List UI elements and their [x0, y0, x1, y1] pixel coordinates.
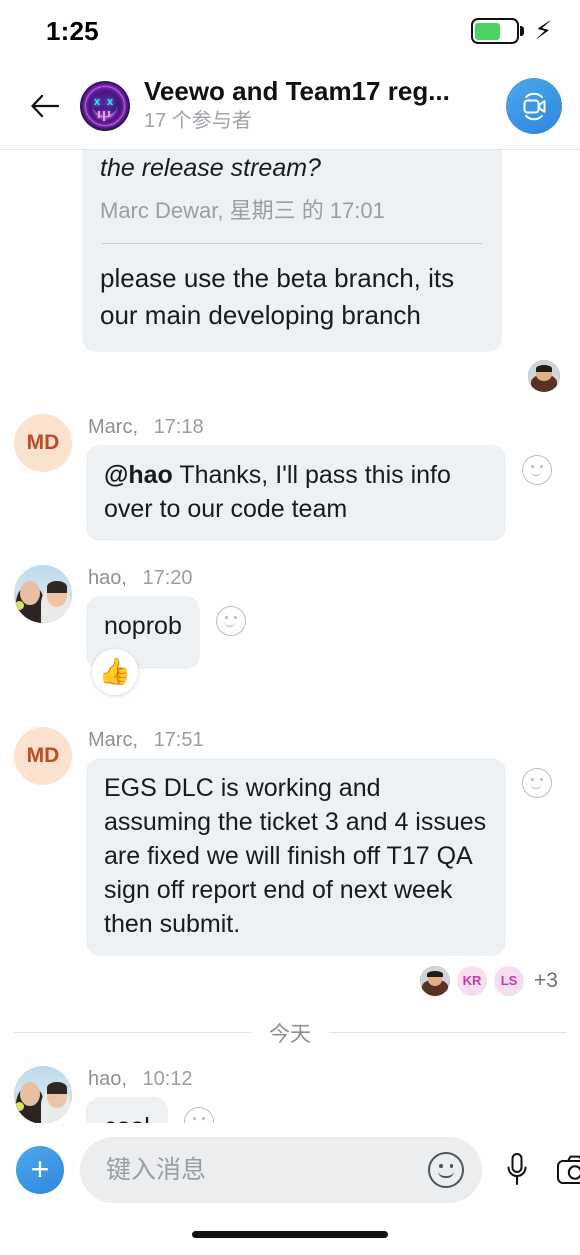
lightning-bolt-icon: ⚡: [534, 16, 552, 45]
divider-line-right: [329, 1032, 566, 1034]
message-input[interactable]: [106, 1155, 428, 1185]
date-divider: 今天: [0, 996, 580, 1062]
header-text[interactable]: Veewo and Team17 reg... 17 个参与者: [144, 77, 496, 135]
timestamp: 10:12: [142, 1067, 193, 1090]
timestamp: 17:20: [142, 566, 193, 589]
message-composer: +: [0, 1123, 580, 1213]
participant-count: 17 个参与者: [144, 110, 252, 133]
message-meta: Marc, 17:18: [86, 414, 564, 445]
avatar[interactable]: [14, 1065, 72, 1123]
message-meta: Marc, 17:51: [86, 727, 564, 758]
avatar[interactable]: MD: [14, 413, 72, 472]
message-text: EGS DLC is working and assuming the tick…: [104, 773, 487, 938]
add-reaction-smiley-icon[interactable]: [522, 454, 552, 485]
avatar-initials: MD: [26, 430, 60, 454]
message-meta: hao, 10:12: [86, 1066, 564, 1097]
add-reaction-smiley-icon[interactable]: [215, 605, 246, 636]
message-thread[interactable]: the release stream? Marc Dewar, 星期三 的 17…: [0, 150, 580, 1123]
message-item[interactable]: hao, 17:20 noprob 👍: [0, 564, 580, 695]
plus-icon: +: [30, 1150, 50, 1187]
add-reaction-smiley-icon[interactable]: [183, 1106, 214, 1123]
sender-name: Marc,: [88, 415, 138, 438]
quote-divider: [102, 243, 482, 244]
message-item[interactable]: MD Marc, 17:51 EGS DLC is working and as…: [0, 726, 580, 956]
chat-header: x x Veewo and Team17 reg... 17 个参与者: [0, 62, 580, 150]
avatar: [420, 965, 451, 996]
message-item[interactable]: MD Marc, 17:18 @hao Thanks, I'll pass th…: [0, 413, 580, 541]
status-indicators: ⚡: [470, 16, 552, 45]
message-text: noprob: [104, 611, 182, 640]
message-text: cool: [104, 1113, 150, 1123]
voice-record-button[interactable]: [494, 1147, 540, 1193]
avatar[interactable]: MD: [14, 726, 72, 785]
microphone-icon: [507, 1153, 527, 1185]
message-input-container[interactable]: [80, 1137, 482, 1203]
date-divider-label: 今天: [269, 1022, 311, 1046]
avatar: LS: [494, 965, 525, 996]
add-reaction-smiley-icon[interactable]: [522, 767, 552, 798]
quoted-text: the release stream?: [100, 154, 321, 182]
reaction-thumbs-up-icon[interactable]: 👍: [92, 648, 138, 695]
home-indicator-area: [0, 1213, 580, 1255]
video-call-button[interactable]: [506, 77, 562, 134]
avatar[interactable]: [14, 564, 72, 623]
message-bubble[interactable]: @hao Thanks, I'll pass this info over to…: [86, 444, 506, 541]
message-meta: hao, 17:20: [86, 565, 564, 596]
timestamp: 17:18: [153, 415, 204, 438]
status-time: 1:25: [46, 15, 99, 46]
chat-screen: 1:25 ⚡ x x Veewo and Team17 reg... 17 个参…: [0, 0, 580, 1255]
battery-icon: [470, 18, 525, 44]
camera-button[interactable]: [552, 1147, 580, 1193]
message-item[interactable]: hao, 10:12 cool: [0, 1065, 580, 1123]
read-receipt-more-count[interactable]: +3: [534, 969, 558, 993]
sender-name: hao,: [88, 1067, 127, 1090]
avatar-initials: MD: [26, 743, 60, 767]
back-button[interactable]: [22, 83, 68, 129]
message-bubble[interactable]: EGS DLC is working and assuming the tick…: [86, 757, 506, 956]
group-avatar[interactable]: x x: [80, 80, 130, 131]
avatar: KR: [457, 965, 488, 996]
quoted-reply-body: please use the beta branch, its our main…: [100, 263, 455, 330]
sender-name: Marc,: [88, 728, 138, 751]
arrow-left-icon: [31, 94, 60, 117]
message-bubble[interactable]: cool: [86, 1096, 168, 1123]
camera-icon: [557, 1155, 580, 1184]
add-attachment-button[interactable]: +: [16, 1146, 64, 1194]
read-receipt-row: [0, 352, 580, 392]
quoted-message-bubble[interactable]: the release stream? Marc Dewar, 星期三 的 17…: [82, 150, 502, 352]
timestamp: 17:51: [153, 728, 204, 751]
home-indicator: [192, 1230, 388, 1238]
mention-tag[interactable]: @hao: [104, 461, 173, 489]
quoted-attribution: Marc Dewar, 星期三 的 17:01: [100, 198, 385, 223]
video-camera-icon: [523, 92, 546, 120]
smiley-icon[interactable]: [428, 1152, 464, 1188]
divider-line-left: [14, 1032, 251, 1034]
page-title: Veewo and Team17 reg...: [144, 76, 450, 106]
read-receipts-row[interactable]: KR LS +3: [0, 956, 580, 996]
message-bubble[interactable]: noprob 👍: [86, 595, 200, 695]
avatar: [528, 359, 560, 392]
sender-name: hao,: [88, 566, 127, 589]
status-bar: 1:25 ⚡: [0, 0, 580, 62]
